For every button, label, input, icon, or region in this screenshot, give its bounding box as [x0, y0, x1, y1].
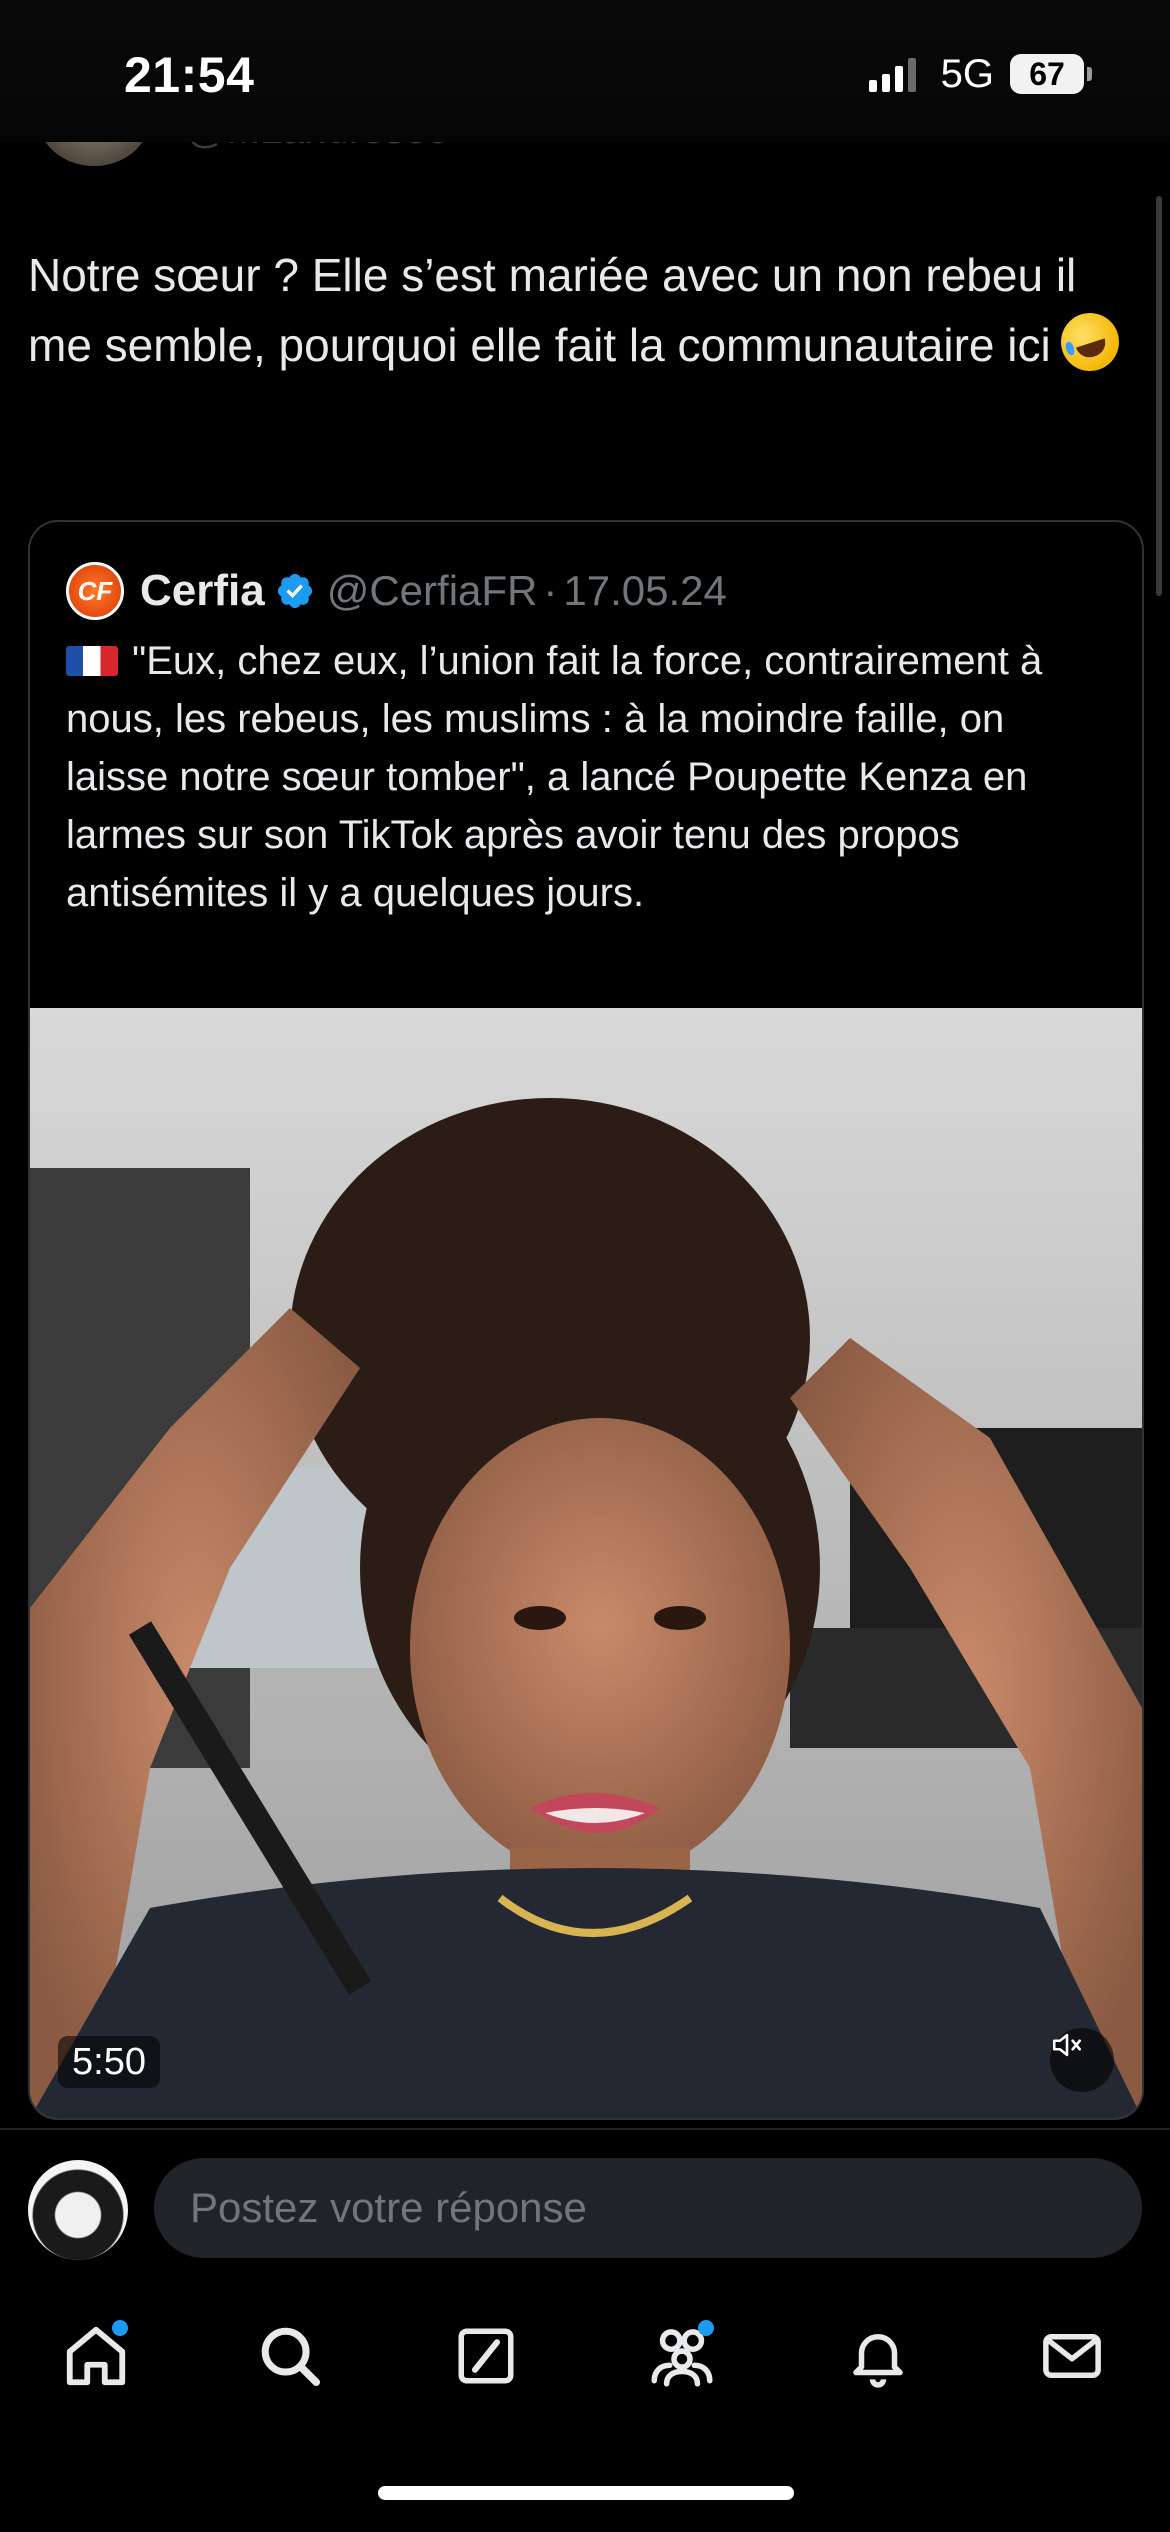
- bottom-nav: [0, 2290, 1170, 2420]
- home-notification-dot: [112, 2320, 128, 2336]
- video-frame-image: [30, 1008, 1142, 2118]
- status-time: 21:54: [124, 47, 255, 103]
- meta-separator: ·: [543, 567, 558, 614]
- notifications-icon: [853, 2334, 903, 2388]
- video-duration: 5:50: [58, 2036, 160, 2088]
- home-indicator-bar[interactable]: [378, 2486, 794, 2500]
- messages-icon: [1043, 2334, 1101, 2378]
- quoted-author-handle[interactable]: @CerfiaFR: [327, 567, 538, 615]
- battery-level: 67: [1029, 55, 1065, 92]
- french-flag-icon: [66, 646, 118, 676]
- mute-toggle-button[interactable]: [1050, 2028, 1114, 2092]
- tweet-text-content: Notre sœur ? Elle s’est mariée avec un n…: [28, 249, 1077, 371]
- quoted-author-name[interactable]: Cerfia: [140, 566, 265, 616]
- nav-notifications[interactable]: [838, 2316, 918, 2396]
- reply-composer: Postez votre réponse: [0, 2128, 1170, 2272]
- status-bar: 21:54 5G 67: [0, 0, 1170, 142]
- video-player[interactable]: 5:50: [30, 1008, 1142, 2118]
- nav-home[interactable]: [56, 2316, 136, 2396]
- battery-icon: 67: [1010, 54, 1084, 94]
- current-user-avatar[interactable]: [28, 2160, 128, 2260]
- cellular-signal-icon: [868, 56, 921, 92]
- communities-notification-dot: [698, 2320, 714, 2336]
- tweet-text: Notre sœur ? Elle s’est mariée avec un n…: [28, 240, 1148, 380]
- nav-grok[interactable]: [446, 2316, 526, 2396]
- quoted-tweet-text: "Eux, chez eux, l’union fait la force, c…: [66, 632, 1116, 922]
- cerfia-logo-avatar[interactable]: CF: [66, 562, 124, 620]
- network-type: 5G: [940, 51, 994, 96]
- search-icon: [261, 2327, 321, 2387]
- grok-icon: [458, 2328, 514, 2384]
- nav-communities[interactable]: [642, 2316, 722, 2396]
- quoted-tweet-text-content: "Eux, chez eux, l’union fait la force, c…: [66, 639, 1043, 915]
- quoted-tweet-date: 17.05.24: [563, 567, 727, 614]
- reply-input-placeholder: Postez votre réponse: [190, 2184, 587, 2231]
- nav-search[interactable]: [250, 2316, 330, 2396]
- status-indicators: 5G 67: [868, 51, 1092, 96]
- scrollbar[interactable]: [1156, 196, 1162, 596]
- app-screen: @MLandrose0 21:54 5G 67 Notre sœur ? Ell…: [0, 0, 1170, 2532]
- quoted-tweet-header: CF Cerfia @CerfiaFR · 17.05.24: [66, 560, 727, 622]
- battery-cap: [1087, 67, 1092, 81]
- verified-badge-icon: [277, 573, 312, 609]
- muted-speaker-icon: [1052, 2033, 1082, 2057]
- laughing-emoji-icon: [1053, 305, 1127, 379]
- nav-messages[interactable]: [1032, 2316, 1112, 2396]
- quoted-tweet[interactable]: CF Cerfia @CerfiaFR · 17.05.24 "Eux, che…: [28, 520, 1144, 2120]
- reply-input[interactable]: Postez votre réponse: [154, 2158, 1142, 2258]
